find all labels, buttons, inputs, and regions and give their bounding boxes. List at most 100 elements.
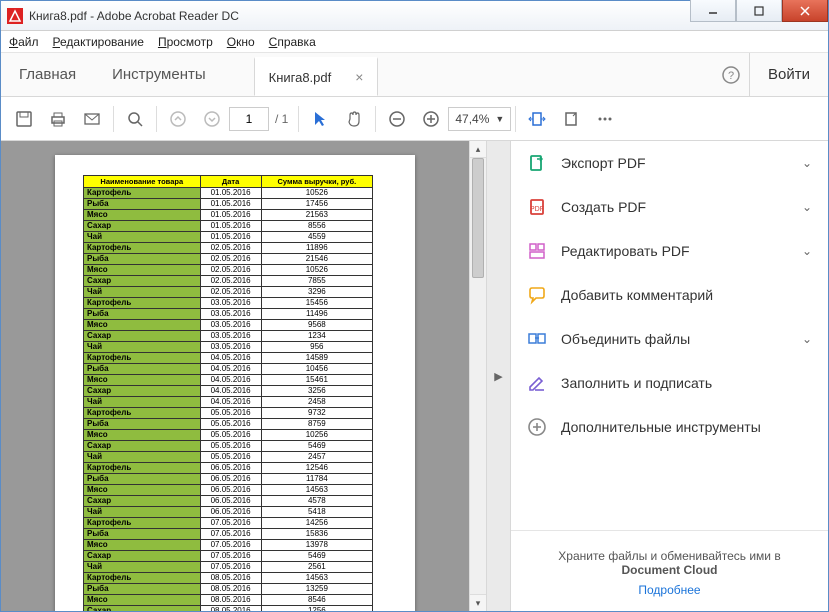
cell-date: 04.05.2016 — [200, 364, 261, 375]
table-row: Сахар02.05.20167855 — [84, 276, 373, 287]
menu-help[interactable]: Справка — [269, 35, 316, 49]
table-row: Рыба02.05.201621546 — [84, 254, 373, 265]
print-button[interactable] — [41, 102, 75, 136]
cell-value: 5469 — [261, 441, 372, 452]
table-row: Рыба04.05.201610456 — [84, 364, 373, 375]
prev-page-button[interactable] — [161, 102, 195, 136]
cell-name: Рыба — [84, 199, 201, 210]
table-row: Рыба08.05.201613259 — [84, 584, 373, 595]
help-button[interactable]: ? — [713, 53, 749, 96]
scroll-up-button[interactable]: ▴ — [470, 141, 486, 158]
tab-tools[interactable]: Инструменты — [94, 53, 224, 96]
fit-page-button[interactable] — [554, 102, 588, 136]
tabbar: Главная Инструменты Книга8.pdf × ? Войти — [1, 53, 828, 97]
cell-date: 05.05.2016 — [200, 408, 261, 419]
scroll-down-button[interactable]: ▾ — [470, 594, 486, 611]
page-number-input[interactable] — [229, 107, 269, 131]
tool-row[interactable]: Дополнительные инструменты — [511, 405, 828, 449]
vertical-scrollbar[interactable]: ▴ ▾ — [469, 141, 486, 611]
menu-window[interactable]: Окно — [227, 35, 255, 49]
table-row: Картофель01.05.201610526 — [84, 188, 373, 199]
more-tools-button[interactable] — [588, 102, 622, 136]
search-button[interactable] — [118, 102, 152, 136]
cell-date: 06.05.2016 — [200, 485, 261, 496]
table-header: Сумма выручки, руб. — [261, 176, 372, 188]
scroll-thumb[interactable] — [472, 158, 484, 278]
content-area: Наименование товараДатаСумма выручки, ру… — [1, 141, 828, 611]
cell-name: Картофель — [84, 188, 201, 199]
tab-close-icon[interactable]: × — [355, 69, 363, 85]
tool-row[interactable]: Объединить файлы⌄ — [511, 317, 828, 361]
cell-name: Сахар — [84, 496, 201, 507]
chevron-down-icon: ▼ — [495, 114, 504, 124]
cloud-footer: Храните файлы и обменивайтесь ими в Docu… — [511, 530, 828, 611]
cell-date: 07.05.2016 — [200, 540, 261, 551]
minimize-button[interactable] — [690, 0, 736, 22]
cell-value: 9568 — [261, 320, 372, 331]
cell-name: Рыба — [84, 419, 201, 430]
cell-date: 01.05.2016 — [200, 188, 261, 199]
close-button[interactable] — [782, 0, 828, 22]
tab-home[interactable]: Главная — [1, 53, 94, 96]
cell-name: Сахар — [84, 551, 201, 562]
tool-row[interactable]: Редактировать PDF⌄ — [511, 229, 828, 273]
cell-name: Сахар — [84, 331, 201, 342]
cell-name: Мясо — [84, 265, 201, 276]
cell-date: 01.05.2016 — [200, 210, 261, 221]
document-scroller[interactable]: Наименование товараДатаСумма выручки, ру… — [1, 141, 469, 611]
footer-link[interactable]: Подробнее — [531, 583, 808, 597]
chevron-down-icon: ⌄ — [802, 244, 812, 258]
table-row: Картофель03.05.201615456 — [84, 298, 373, 309]
print-icon — [49, 110, 67, 128]
table-row: Сахар05.05.20165469 — [84, 441, 373, 452]
cell-name: Рыба — [84, 254, 201, 265]
table-row: Рыба03.05.201611496 — [84, 309, 373, 320]
table-row: Картофель08.05.201614563 — [84, 573, 373, 584]
maximize-button[interactable] — [736, 0, 782, 22]
page-count-label: / 1 — [275, 112, 288, 126]
cell-date: 01.05.2016 — [200, 221, 261, 232]
table-row: Картофель05.05.20169732 — [84, 408, 373, 419]
titlebar: Книга8.pdf - Adobe Acrobat Reader DC — [1, 1, 828, 31]
cell-date: 02.05.2016 — [200, 287, 261, 298]
cell-date: 01.05.2016 — [200, 199, 261, 210]
table-row: Мясо01.05.201621563 — [84, 210, 373, 221]
zoom-in-button[interactable] — [414, 102, 448, 136]
tool-row[interactable]: Добавить комментарий — [511, 273, 828, 317]
menu-file[interactable]: Файл — [9, 35, 39, 49]
table-row: Мясо03.05.20169568 — [84, 320, 373, 331]
zoom-out-button[interactable] — [380, 102, 414, 136]
zoom-select[interactable]: 47,4% ▼ — [448, 107, 511, 131]
arrow-down-icon — [203, 110, 221, 128]
cell-value: 12546 — [261, 463, 372, 474]
login-button[interactable]: Войти — [749, 53, 828, 96]
email-button[interactable] — [75, 102, 109, 136]
table-row: Сахар04.05.20163256 — [84, 386, 373, 397]
cell-date: 06.05.2016 — [200, 463, 261, 474]
cell-date: 02.05.2016 — [200, 254, 261, 265]
tool-row[interactable]: Экспорт PDF⌄ — [511, 141, 828, 185]
menu-edit[interactable]: Редактирование — [53, 35, 144, 49]
table-row: Сахар07.05.20165469 — [84, 551, 373, 562]
cell-name: Картофель — [84, 518, 201, 529]
tool-row[interactable]: PDFСоздать PDF⌄ — [511, 185, 828, 229]
cell-date: 08.05.2016 — [200, 584, 261, 595]
fit-width-button[interactable] — [520, 102, 554, 136]
search-icon — [126, 110, 144, 128]
save-button[interactable] — [7, 102, 41, 136]
select-tool-button[interactable] — [303, 102, 337, 136]
cell-name: Мясо — [84, 375, 201, 386]
hand-tool-button[interactable] — [337, 102, 371, 136]
cell-date: 02.05.2016 — [200, 265, 261, 276]
cell-value: 15461 — [261, 375, 372, 386]
table-row: Мясо06.05.201614563 — [84, 485, 373, 496]
tool-row[interactable]: Заполнить и подписать — [511, 361, 828, 405]
cell-value: 15836 — [261, 529, 372, 540]
menu-view[interactable]: Просмотр — [158, 35, 213, 49]
cell-value: 13978 — [261, 540, 372, 551]
tab-document[interactable]: Книга8.pdf × — [254, 57, 379, 96]
sidepanel-toggle[interactable]: ▶ — [486, 141, 510, 611]
next-page-button[interactable] — [195, 102, 229, 136]
tab-document-label: Книга8.pdf — [269, 70, 332, 85]
cell-value: 13259 — [261, 584, 372, 595]
